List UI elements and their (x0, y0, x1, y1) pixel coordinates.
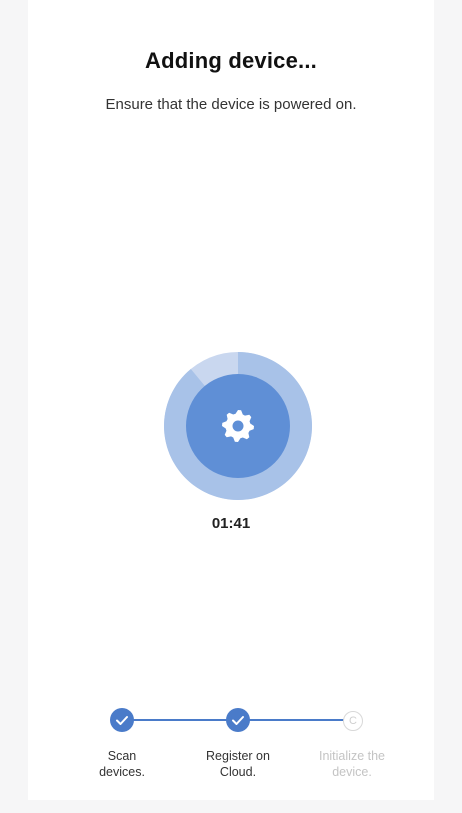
step-label-scan-line1: Scan (107, 749, 137, 763)
progress-ring-graphic (164, 352, 312, 500)
bottom-edge (0, 800, 462, 813)
step-indicator: C Scan devices. Register on Cloud. Initi… (0, 700, 462, 800)
step-connector-2 (238, 719, 352, 721)
step-label-initialize-line1: Initialize the (318, 749, 385, 763)
step-label-scan-line2: devices. (99, 765, 145, 779)
step-scan-check-icon (110, 708, 134, 732)
gear-icon (222, 410, 254, 442)
step-label-register-line1: Register on (206, 749, 270, 763)
pending-glyph: C (349, 715, 357, 727)
progress-ring (164, 352, 312, 500)
step-register-check-icon (226, 708, 250, 732)
step-label-initialize: Initialize the device. (297, 748, 407, 780)
step-connector-1 (122, 719, 238, 721)
step-label-scan: Scan devices. (67, 748, 177, 780)
left-edge (0, 0, 28, 813)
right-edge (434, 0, 462, 813)
step-label-register-line2: Cloud. (219, 765, 257, 779)
adding-device-screen: Adding device... Ensure that the device … (0, 0, 462, 813)
step-label-initialize-line2: device. (332, 765, 372, 779)
step-label-register: Register on Cloud. (183, 748, 293, 780)
page-title: Adding device... (145, 48, 317, 73)
step-initialize-pending-icon: C (343, 711, 363, 731)
page-subtitle: Ensure that the device is powered on. (105, 96, 357, 113)
countdown-timer: 01:41 (211, 515, 251, 532)
